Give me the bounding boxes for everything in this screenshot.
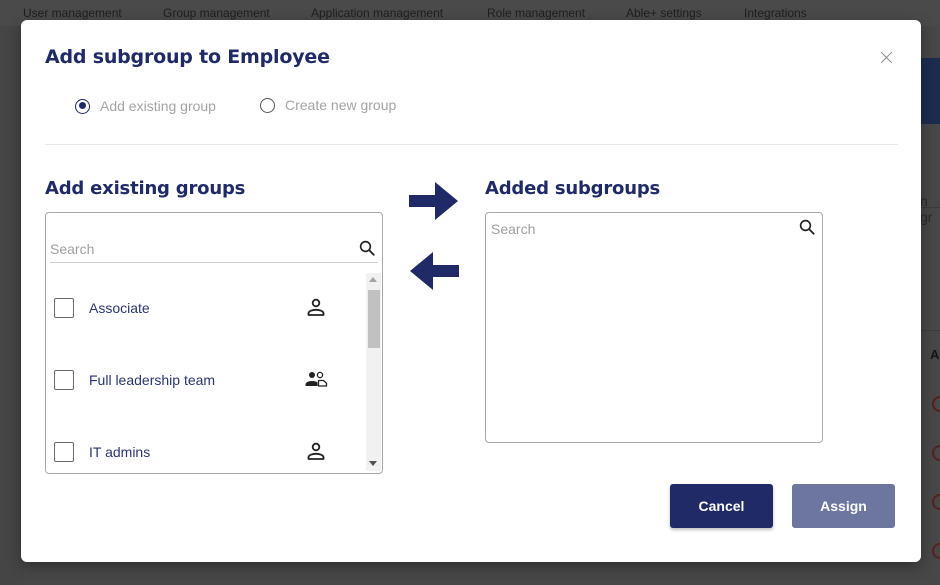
group-name: Associate <box>89 300 150 316</box>
assign-button[interactable]: Assign <box>792 484 895 528</box>
radio-label: Add existing group <box>100 98 216 114</box>
checkbox[interactable] <box>54 370 74 390</box>
list-item[interactable]: Full leadership team <box>46 365 366 395</box>
divider <box>45 144 898 145</box>
dialog-title: Add subgroup to Employee <box>45 46 330 68</box>
nav-application-management[interactable]: Application management <box>311 6 443 20</box>
existing-groups-list: Associate Full leadership team IT admins <box>46 273 366 473</box>
background-search-text: n gr <box>920 193 933 225</box>
added-subgroups-title: Added subgroups <box>485 178 661 199</box>
scrollbar-thumb[interactable] <box>368 290 380 348</box>
search-icon[interactable] <box>798 218 816 236</box>
person-outline-icon <box>307 298 325 316</box>
list-item[interactable]: IT admins <box>46 437 366 467</box>
add-subgroup-dialog: Add subgroup to Employee Add existing gr… <box>21 20 921 562</box>
added-subgroups-search <box>491 217 817 241</box>
radio-label: Create new group <box>285 97 397 113</box>
scroll-up-arrow-icon[interactable] <box>369 277 377 282</box>
background-search-underline <box>920 207 940 208</box>
arrow-right-icon[interactable] <box>409 181 459 221</box>
radio-button-unchecked[interactable] <box>260 97 275 113</box>
nav-able-settings[interactable]: Able+ settings <box>626 6 702 20</box>
added-subgroups-search-input[interactable] <box>491 217 781 241</box>
radio-create-new-group[interactable]: Create new group <box>260 97 396 113</box>
nav-group-management[interactable]: Group management <box>163 6 270 20</box>
scroll-down-arrow-icon[interactable] <box>369 461 377 466</box>
existing-groups-search <box>50 237 378 263</box>
background-divider <box>920 330 940 331</box>
checkbox[interactable] <box>54 298 74 318</box>
cancel-button[interactable]: Cancel <box>670 484 773 528</box>
group-with-tag-icon <box>305 371 328 387</box>
arrow-left-icon[interactable] <box>409 251 459 291</box>
list-item[interactable]: Associate <box>46 293 366 323</box>
existing-groups-title: Add existing groups <box>45 178 246 199</box>
close-icon[interactable] <box>879 50 895 66</box>
list-scrollbar[interactable] <box>366 273 381 471</box>
group-name: IT admins <box>89 444 151 460</box>
nav-user-management[interactable]: User management <box>23 6 122 20</box>
radio-add-existing-group[interactable]: Add existing group <box>75 98 216 114</box>
radio-button-checked[interactable] <box>75 98 90 114</box>
group-name: Full leadership team <box>89 372 216 388</box>
person-outline-icon <box>307 442 325 460</box>
nav-integrations[interactable]: Integrations <box>744 6 807 20</box>
existing-groups-panel: Associate Full leadership team IT ad <box>45 212 383 474</box>
existing-groups-search-input[interactable] <box>50 237 340 261</box>
search-icon[interactable] <box>358 239 376 257</box>
added-subgroups-panel <box>485 212 823 443</box>
background-column-header: A <box>930 347 940 362</box>
checkbox[interactable] <box>54 442 74 462</box>
nav-role-management[interactable]: Role management <box>487 6 585 20</box>
